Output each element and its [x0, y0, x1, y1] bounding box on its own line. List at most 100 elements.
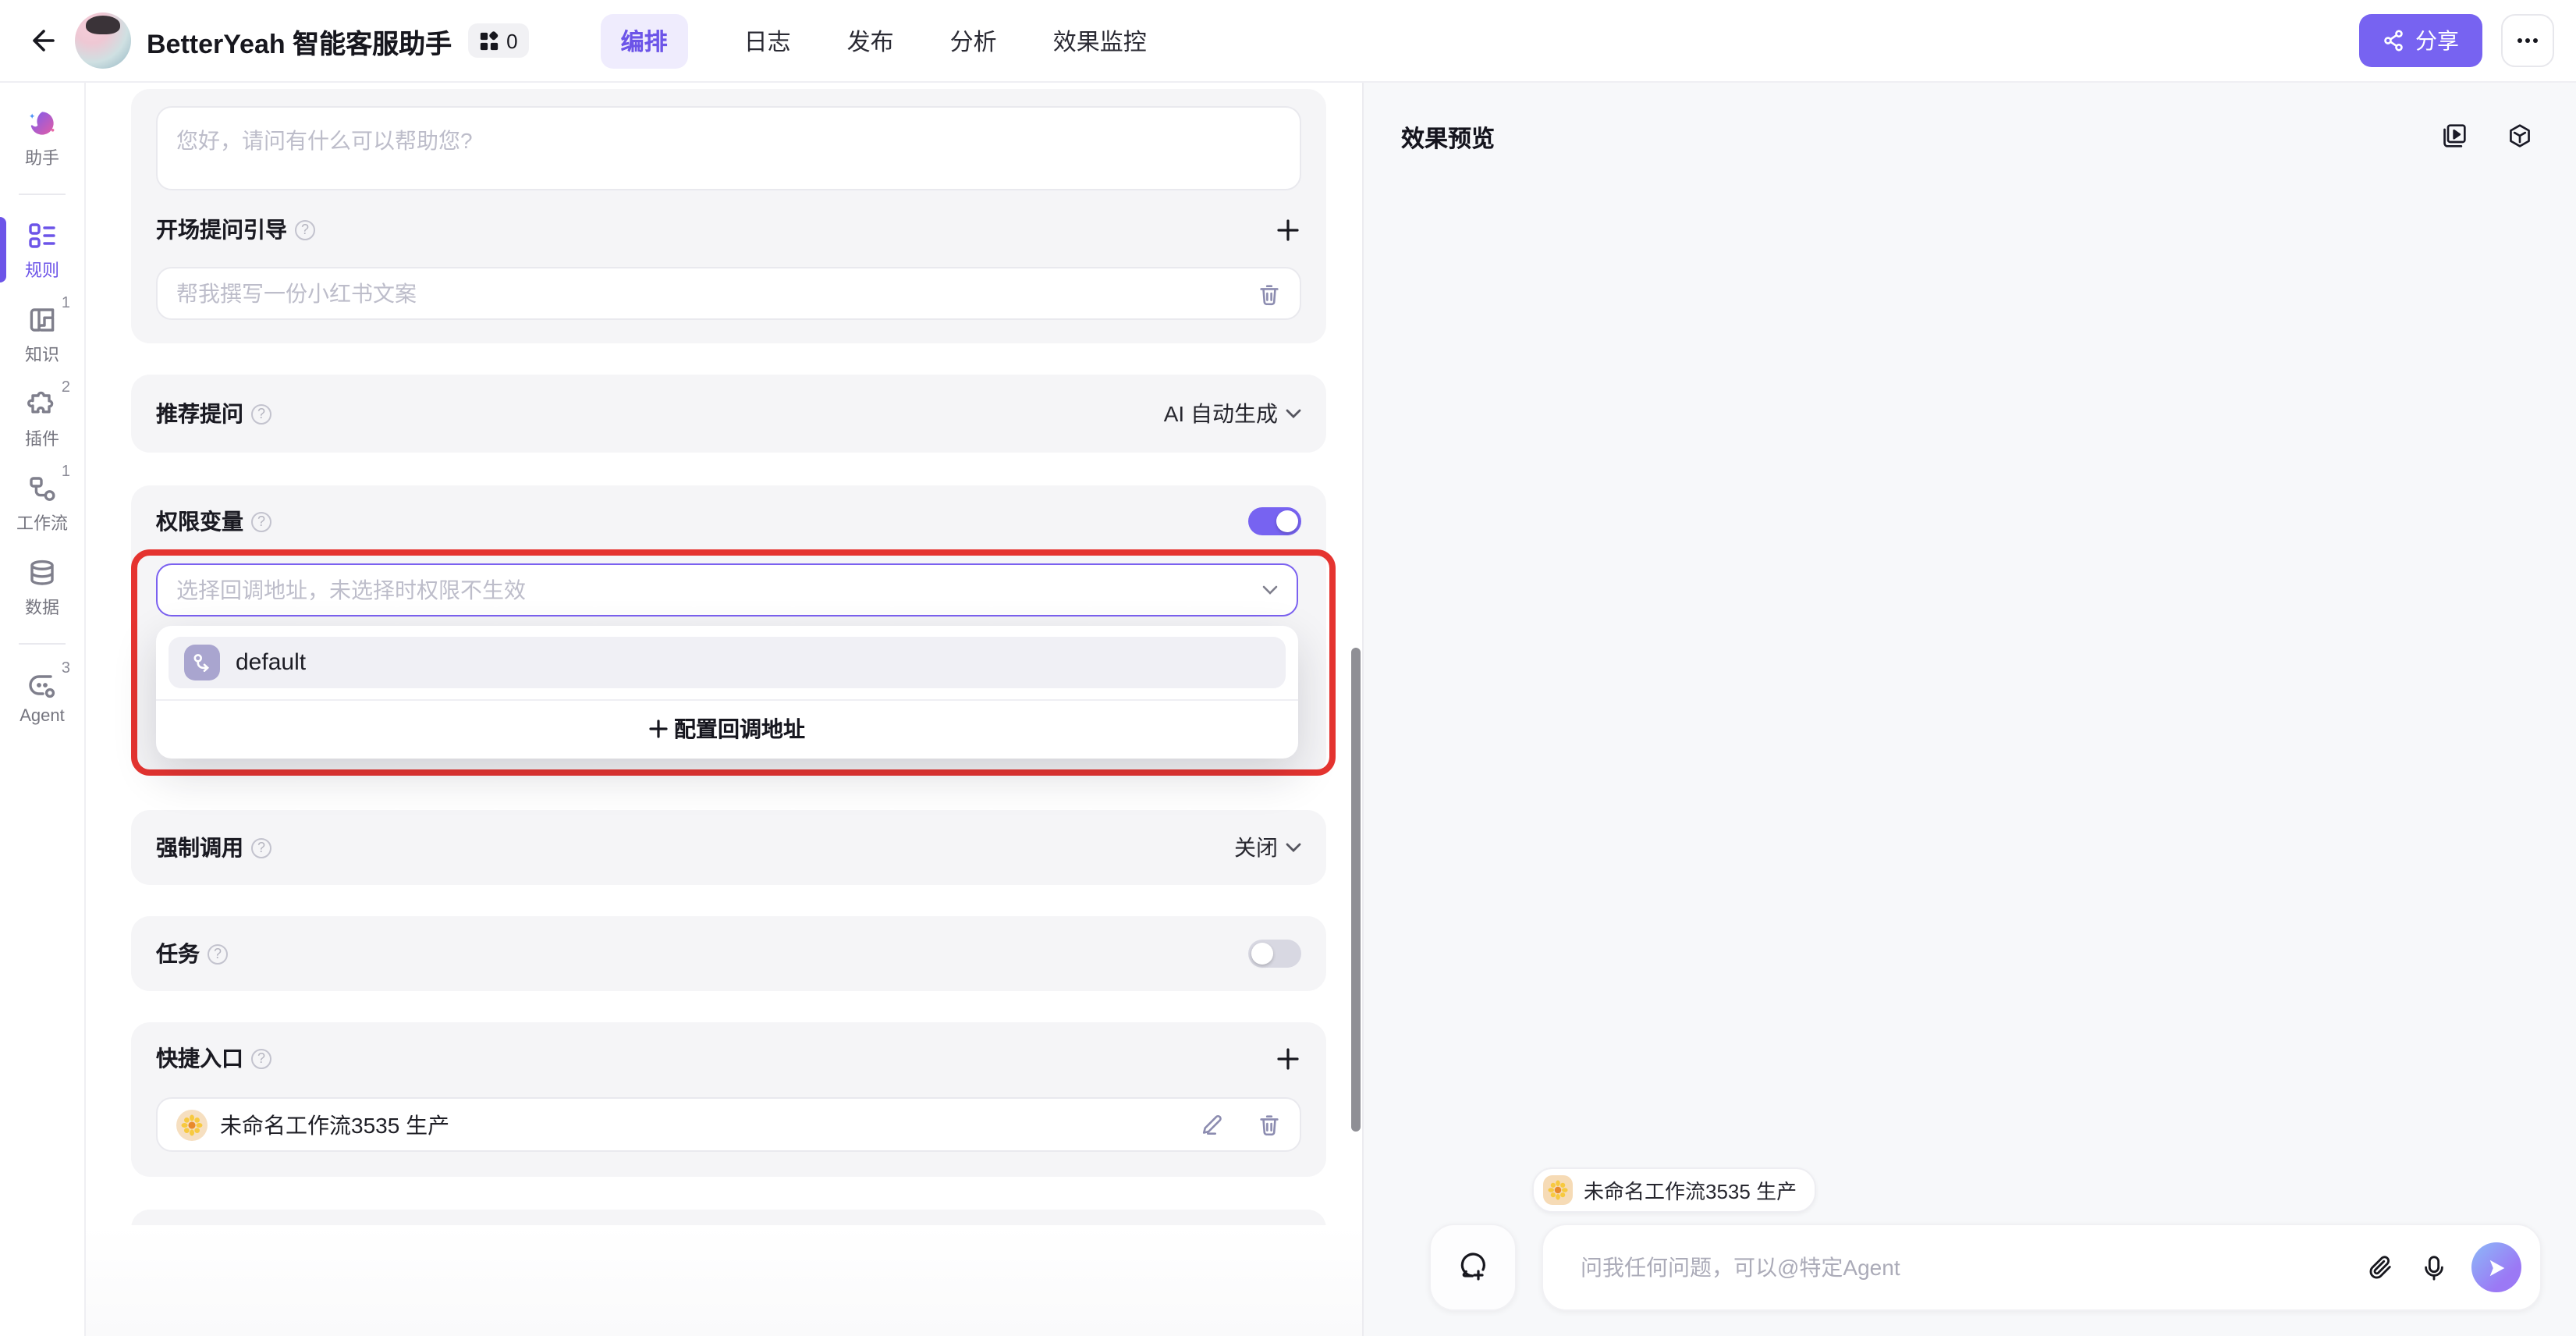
- force-call-card: 强制调用 关闭: [131, 810, 1326, 885]
- add-callback-label: 配置回调地址: [674, 712, 805, 744]
- mic-icon: [2422, 1254, 2446, 1281]
- chevron-down-icon: [1286, 409, 1301, 418]
- force-call-value: 关闭: [1234, 832, 1278, 863]
- help-icon[interactable]: [208, 943, 228, 964]
- trash-icon: [1258, 282, 1281, 305]
- edit-quick-entry-button[interactable]: [1200, 1113, 1223, 1136]
- force-call-label: 强制调用: [156, 832, 243, 863]
- components-count-badge: 0: [467, 23, 528, 58]
- share-label: 分享: [2415, 25, 2459, 56]
- sidebar-item-data[interactable]: 数据: [0, 556, 84, 620]
- run-preview-icon[interactable]: [2442, 123, 2467, 148]
- workflow-flower-icon: [176, 1109, 208, 1140]
- knowledge-icon: 1: [25, 303, 59, 337]
- back-arrow-icon: [27, 25, 58, 56]
- callback-route-icon: [184, 645, 220, 680]
- sidebar-item-agent[interactable]: 3 Agent: [0, 668, 84, 726]
- tab-logs[interactable]: 日志: [744, 24, 791, 57]
- assistant-logo-icon: [25, 106, 59, 140]
- recommend-label: 推荐提问: [156, 398, 243, 429]
- workflow-flower-icon: [1543, 1175, 1573, 1205]
- sidebar-item-plugins[interactable]: 2 插件: [0, 387, 84, 451]
- sidebar-item-label: 规则: [25, 258, 59, 282]
- quick-entry-item[interactable]: 未命名工作流3535 生产: [156, 1097, 1301, 1152]
- plus-icon: [1276, 218, 1299, 241]
- vertical-scrollbar[interactable]: [1351, 648, 1361, 1132]
- welcome-placeholder: 您好，请问有什么可以帮助您?: [176, 125, 473, 156]
- database-icon: [25, 556, 59, 590]
- welcome-message-input[interactable]: 您好，请问有什么可以帮助您?: [156, 106, 1301, 190]
- preview-panel: 效果预览 未命名工作流3535 生产 问我任何问题，可以@特定Agent: [1362, 83, 2576, 1336]
- sidebar-divider: [19, 643, 66, 645]
- help-icon[interactable]: [251, 403, 271, 424]
- quick-entry-card: 快捷入口 未命名工作流3535 生产: [131, 1022, 1326, 1177]
- share-button[interactable]: 分享: [2359, 14, 2482, 67]
- help-icon[interactable]: [251, 1048, 271, 1068]
- tab-publish[interactable]: 发布: [847, 24, 894, 57]
- embed-cube-icon[interactable]: [2507, 123, 2532, 148]
- chat-input[interactable]: 问我任何问题，可以@特定Agent: [1542, 1224, 2542, 1311]
- agent-chip[interactable]: 未命名工作流3535 生产: [1532, 1167, 1815, 1213]
- force-call-dropdown[interactable]: 关闭: [1234, 832, 1301, 863]
- workflow-icon: 1: [25, 471, 59, 506]
- app-window: BetterYeah 智能客服助手 0 编排 日志 发布 分析 效果监控 分享: [0, 0, 2576, 1336]
- save-footer: 已保存: [86, 1225, 1362, 1336]
- ellipsis-icon: [2517, 37, 2539, 44]
- help-icon[interactable]: [251, 511, 271, 531]
- chevron-down-icon: [1262, 585, 1278, 595]
- knowledge-count: 1: [62, 295, 70, 312]
- plugin-icon: 2: [25, 387, 59, 421]
- task-toggle[interactable]: [1248, 940, 1301, 968]
- help-icon[interactable]: [251, 837, 271, 858]
- permission-header: 权限变量: [156, 506, 1301, 537]
- add-callback-button[interactable]: 配置回调地址: [156, 699, 1298, 755]
- callback-address-select[interactable]: 选择回调地址，未选择时权限不生效: [156, 563, 1298, 616]
- agent-count: 3: [62, 660, 70, 677]
- send-arrow-icon: [2486, 1257, 2507, 1277]
- delete-quick-entry-button[interactable]: [1258, 1113, 1281, 1136]
- callback-dropdown-menu: default 配置回调地址: [156, 626, 1298, 759]
- opening-question-placeholder: 帮我撰写一份小红书文案: [176, 278, 417, 309]
- tab-orchestrate[interactable]: 编排: [601, 13, 688, 68]
- sidebar-item-assistant[interactable]: 助手: [0, 106, 84, 170]
- rules-icon: [25, 219, 59, 253]
- sidebar-item-workflow[interactable]: 1 工作流: [0, 471, 84, 535]
- sidebar-item-rules[interactable]: 规则: [0, 219, 84, 282]
- opening-questions-header: 开场提问引导: [156, 215, 1301, 243]
- new-chat-icon: [1456, 1250, 1490, 1284]
- page-title: BetterYeah 智能客服助手: [147, 21, 452, 60]
- send-button[interactable]: [2471, 1242, 2521, 1292]
- topbar: BetterYeah 智能客服助手 0 编排 日志 发布 分析 效果监控 分享: [0, 0, 2576, 83]
- tab-effect-monitor[interactable]: 效果监控: [1053, 24, 1147, 57]
- permission-toggle[interactable]: [1248, 507, 1301, 535]
- attachment-button[interactable]: [2367, 1254, 2393, 1281]
- permission-label: 权限变量: [156, 506, 243, 537]
- pencil-icon: [1200, 1113, 1223, 1136]
- tab-bar: 编排 日志 发布 分析 效果监控: [601, 13, 1147, 68]
- sidebar-item-knowledge[interactable]: 1 知识: [0, 303, 84, 367]
- recommend-mode-dropdown[interactable]: AI 自动生成: [1164, 398, 1301, 429]
- agent-chip-label: 未命名工作流3535 生产: [1584, 1175, 1797, 1205]
- callback-option-default[interactable]: default: [169, 637, 1286, 688]
- task-card: 任务: [131, 916, 1326, 991]
- opening-question-input[interactable]: 帮我撰写一份小红书文案: [156, 267, 1301, 320]
- delete-opening-question-button[interactable]: [1258, 282, 1281, 305]
- chat-input-placeholder: 问我任何问题，可以@特定Agent: [1581, 1252, 1900, 1283]
- callback-option-label: default: [236, 649, 306, 676]
- back-button[interactable]: [22, 20, 62, 61]
- plus-icon: [649, 719, 668, 737]
- tab-analytics[interactable]: 分析: [950, 24, 997, 57]
- help-icon[interactable]: [295, 219, 315, 240]
- trash-icon: [1258, 1113, 1281, 1136]
- plus-icon: [1276, 1046, 1299, 1070]
- editor-panel: 您好，请问有什么可以帮助您? 开场提问引导 帮我撰写一份小红书文案 推荐提问: [86, 83, 1362, 1336]
- microphone-button[interactable]: [2422, 1254, 2446, 1281]
- add-opening-question-button[interactable]: [1273, 215, 1301, 243]
- more-menu-button[interactable]: [2501, 14, 2554, 67]
- task-label: 任务: [156, 938, 200, 969]
- new-chat-button[interactable]: [1429, 1224, 1517, 1311]
- opening-card: 您好，请问有什么可以帮助您? 开场提问引导 帮我撰写一份小红书文案: [131, 89, 1326, 343]
- sidebar-item-label: 数据: [25, 595, 59, 620]
- preview-title: 效果预览: [1401, 122, 1495, 155]
- add-quick-entry-button[interactable]: [1273, 1044, 1301, 1072]
